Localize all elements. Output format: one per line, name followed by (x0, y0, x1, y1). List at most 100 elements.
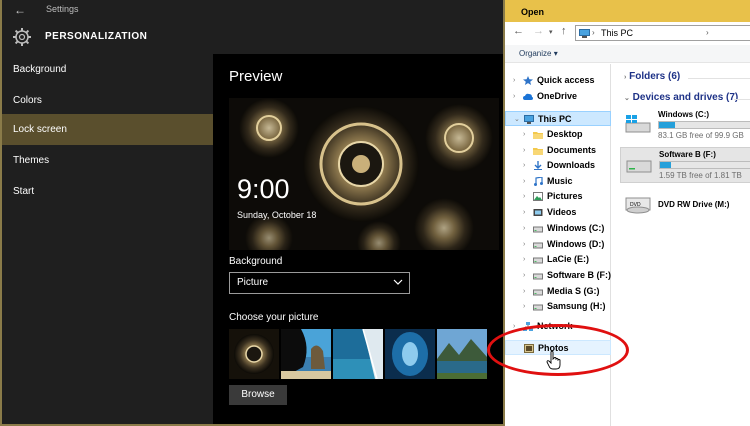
drive-usage-bar (659, 161, 750, 169)
chevron-right-icon[interactable]: › (513, 89, 515, 104)
tree-item[interactable]: › Videos (505, 205, 611, 220)
browse-button[interactable]: Browse (229, 385, 287, 405)
chevron-right-icon[interactable]: › (523, 268, 525, 283)
settings-sidebar: Background Colors Lock screen Themes Sta… (0, 54, 213, 426)
page-title: PERSONALIZATION (45, 31, 148, 42)
folders-header-text: Folders (6) (629, 71, 681, 82)
recent-chevron-icon[interactable]: ▾ (549, 28, 553, 36)
drive-icon (533, 257, 543, 264)
drive-item[interactable]: DVD DVD RW Drive (M:) (620, 188, 750, 224)
tree-item[interactable]: › Music (505, 174, 611, 189)
sidebar-item-background[interactable]: Background (0, 54, 213, 85)
folder-icon (533, 148, 543, 155)
sidebar-item-lock-screen[interactable]: Lock screen (0, 114, 213, 145)
music-icon (534, 177, 543, 186)
back-icon[interactable]: ← (513, 25, 524, 37)
organize-button[interactable]: Organize ▾ (519, 49, 558, 58)
drive-free-space: 83.1 GB free of 99.9 GB (658, 131, 744, 140)
drive-icon (533, 273, 543, 280)
drive-name: Windows (C:) (658, 110, 710, 119)
tree-item[interactable]: › Pictures (505, 189, 611, 204)
windows-drive-icon (625, 115, 651, 133)
tree-item[interactable]: › Quick access (505, 73, 611, 88)
drive-item[interactable]: Software B (F:) 1.59 TB free of 1.81 TB (620, 147, 750, 183)
folders-group-header[interactable]: › Folders (6) (624, 71, 680, 82)
picture-thumbnails (229, 329, 505, 379)
gear-icon (13, 28, 31, 46)
tree-item[interactable]: › Desktop (505, 127, 611, 142)
cloud-icon (523, 93, 533, 100)
dialog-navbar: ← → ▾ ↑ › This PC › (505, 22, 750, 44)
divider (734, 99, 750, 100)
forward-icon[interactable]: → (533, 25, 544, 37)
thumbnail-sail[interactable] (333, 329, 383, 379)
sidebar-item-start[interactable]: Start (0, 176, 213, 207)
chevron-right-icon[interactable]: › (523, 143, 525, 158)
chevron-right-icon[interactable]: › (523, 189, 525, 204)
tree-item-label: Samsung (H:) (547, 301, 606, 311)
hard-drive-icon (626, 160, 652, 173)
drive-icon (533, 289, 543, 296)
chevron-right-icon[interactable]: › (523, 221, 525, 236)
tree-item[interactable]: › Documents (505, 143, 611, 158)
tree-item-label: This PC (538, 114, 572, 124)
sidebar-item-colors[interactable]: Colors (0, 85, 213, 116)
drive-icon (533, 242, 543, 249)
chevron-right-icon[interactable]: › (523, 252, 525, 267)
tree-item-label: Windows (D:) (547, 239, 605, 249)
chevron-right-icon[interactable]: › (523, 158, 525, 173)
background-dropdown[interactable]: Picture (229, 272, 410, 294)
breadcrumb[interactable]: This PC (601, 28, 633, 38)
pictures-icon (533, 192, 543, 201)
computer-icon (524, 115, 534, 124)
tree-item[interactable]: › OneDrive (505, 89, 611, 104)
thumbnail-ice-cave[interactable] (385, 329, 435, 379)
tree-item-label: Pictures (547, 191, 583, 201)
drive-usage-bar (658, 121, 750, 129)
chevron-right-icon[interactable]: › (523, 237, 525, 252)
tree-item[interactable]: › Windows (C:) (505, 221, 611, 236)
background-dropdown-value: Picture (237, 277, 269, 288)
thumbnail-beach-arch[interactable] (281, 329, 331, 379)
hand-cursor-icon (546, 350, 561, 370)
chevron-down-icon[interactable]: ⌄ (514, 112, 520, 127)
svg-text:DVD: DVD (630, 202, 641, 208)
up-arrow-icon[interactable]: ↑ (561, 25, 567, 37)
tree-item[interactable]: › Media S (G:) (505, 284, 611, 299)
drive-item[interactable]: Windows (C:) 83.1 GB free of 99.9 GB (620, 108, 750, 144)
chevron-right-icon[interactable]: › (523, 284, 525, 299)
tree-item-label: OneDrive (537, 91, 578, 101)
dialog-title: Open (521, 7, 545, 17)
tree-item[interactable]: ⌄ This PC (505, 111, 611, 126)
tree-item[interactable]: › Samsung (H:) (505, 299, 611, 314)
dvd-drive-icon: DVD (625, 197, 651, 214)
chevron-right-icon[interactable]: › (513, 73, 515, 88)
organize-label: Organize (519, 49, 552, 58)
sidebar-item-themes[interactable]: Themes (0, 145, 213, 176)
dialog-toolbar: Organize ▾ (505, 45, 750, 63)
tree-item-label: Downloads (547, 160, 596, 170)
preview-heading: Preview (229, 68, 283, 85)
drive-icon (533, 226, 543, 233)
chevron-right-icon[interactable]: › (523, 174, 525, 189)
tree-item[interactable]: › Windows (D:) (505, 237, 611, 252)
tree-item[interactable]: › LaCie (E:) (505, 252, 611, 267)
tree-item[interactable]: › Downloads (505, 158, 611, 173)
back-arrow-icon[interactable]: ← (14, 3, 26, 17)
settings-titlebar: ← Settings (0, 0, 505, 20)
tree-item[interactable]: › Software B (F:) (505, 268, 611, 283)
chevron-right-icon[interactable]: › (523, 127, 525, 142)
window-title: Settings (46, 4, 79, 14)
star-icon (523, 76, 533, 85)
address-bar[interactable]: › This PC › (575, 25, 750, 41)
choose-picture-label: Choose your picture (229, 312, 319, 323)
divider (688, 78, 750, 79)
devices-group-header[interactable]: ⌄ Devices and drives (7) (624, 92, 738, 103)
chevron-right-icon[interactable]: › (523, 299, 525, 314)
lock-date: Sunday, October 18 (237, 210, 317, 220)
chevron-right-icon[interactable]: › (523, 205, 525, 220)
thumbnail-lake-mountains[interactable] (437, 329, 487, 379)
settings-header: PERSONALIZATION (0, 20, 505, 54)
thumbnail-fractal[interactable] (229, 329, 279, 379)
background-label: Background (229, 256, 283, 267)
